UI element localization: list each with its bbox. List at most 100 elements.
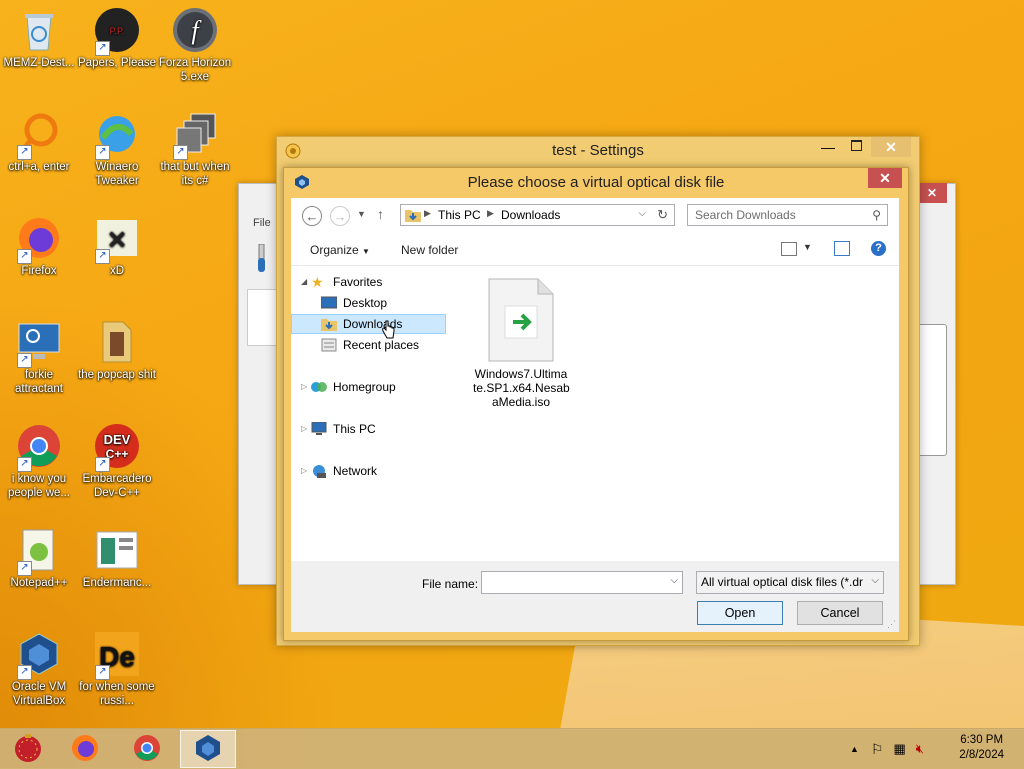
network-status-icon[interactable]: ▦ bbox=[893, 741, 905, 757]
organize-menu[interactable]: Organize ▼ bbox=[310, 243, 370, 257]
action-center-flag-icon[interactable]: ⚐ bbox=[871, 741, 884, 758]
search-input[interactable]: Search Downloads ⚲ bbox=[687, 204, 888, 226]
desktop-icon-label: ctrl+a, enter bbox=[8, 161, 70, 173]
settings-close-button[interactable]: ✕ bbox=[871, 137, 911, 157]
recent-locations-chevron-icon[interactable]: ▼ bbox=[357, 209, 366, 219]
desktop-icon-papers-please[interactable]: P.P. ↗ Papers, Please bbox=[78, 6, 156, 70]
filename-input[interactable]: ⌵ bbox=[481, 571, 683, 594]
chrome-icon bbox=[132, 733, 162, 766]
collapsed-chevron-icon[interactable]: ▷ bbox=[301, 419, 307, 439]
file-item[interactable]: Windows7.Ultima te.SP1.x64.Nesab aMedia.… bbox=[473, 278, 570, 414]
desktop-icon-ctrl-a[interactable]: ↗ ctrl+a, enter bbox=[0, 110, 78, 174]
tree-favorites[interactable]: ◢ ★ Favorites bbox=[291, 272, 446, 292]
desktop-icon-memz[interactable]: MEMZ-Dest... bbox=[0, 6, 78, 70]
tree-label: Homegroup bbox=[333, 380, 396, 394]
new-folder-button[interactable]: New folder bbox=[401, 243, 458, 257]
collapsed-chevron-icon[interactable]: ▷ bbox=[301, 377, 307, 397]
breadcrumb-downloads[interactable]: Downloads bbox=[501, 208, 560, 222]
desktop-icon-forkie[interactable]: ↗ forkie attractant bbox=[0, 318, 78, 396]
back-button[interactable]: ← bbox=[302, 206, 322, 226]
desktop-icon-chrome[interactable]: ↗ i know you people we... bbox=[0, 422, 78, 500]
dialog-title: Please choose a virtual optical disk fil… bbox=[467, 174, 725, 191]
de-icon: De ↗ bbox=[93, 630, 141, 680]
tree-network[interactable]: ▷ Network bbox=[291, 461, 446, 481]
tree-homegroup[interactable]: ▷ Homegroup bbox=[291, 377, 446, 397]
taskbar-virtualbox[interactable] bbox=[180, 730, 236, 768]
maximize-button[interactable] bbox=[851, 140, 862, 151]
desktop-icon-enderman[interactable]: Endermanc... bbox=[78, 526, 156, 590]
desktop-icon-label: i know you people we... bbox=[7, 473, 70, 499]
address-bar[interactable]: ▶ This PC ▶ Downloads ⌵ ↻ bbox=[400, 204, 675, 226]
refresh-icon[interactable]: ↻ bbox=[657, 207, 668, 223]
view-chevron-down-icon[interactable]: ▼ bbox=[803, 242, 812, 252]
open-file-dialog[interactable]: Please choose a virtual optical disk fil… bbox=[283, 167, 909, 641]
papers-please-icon: P.P. ↗ bbox=[93, 6, 141, 56]
folder-icon bbox=[93, 318, 141, 366]
vm-list-item[interactable] bbox=[247, 289, 279, 346]
desktop-icon-label: xD bbox=[109, 265, 125, 277]
file-list: Windows7.Ultima te.SP1.x64.Nesab aMedia.… bbox=[457, 265, 897, 561]
chrome-icon: ↗ bbox=[15, 422, 63, 472]
search-ring-icon: ↗ bbox=[15, 110, 63, 160]
file-type-chevron-down-icon[interactable]: ⌵ bbox=[871, 575, 879, 586]
menu-file[interactable]: File bbox=[253, 217, 271, 229]
open-button[interactable]: Open bbox=[697, 601, 783, 625]
search-icon[interactable]: ⚲ bbox=[872, 205, 881, 225]
change-view-icon[interactable] bbox=[781, 242, 797, 256]
file-name-line: Windows7.Ultima bbox=[474, 367, 568, 381]
desktop-icon-forza[interactable]: f Forza Horizon 5.exe bbox=[156, 6, 234, 84]
taskbar-chrome[interactable] bbox=[119, 730, 175, 768]
help-icon[interactable]: ? bbox=[871, 241, 886, 256]
desktop-icon-xd[interactable]: ✕ ↗ xD bbox=[78, 214, 156, 278]
desktop-icon-notepadpp[interactable]: ↗ Notepad++ bbox=[0, 526, 78, 590]
start-button[interactable] bbox=[0, 730, 56, 768]
up-arrow-icon[interactable]: ↑ bbox=[377, 206, 384, 222]
forward-button[interactable]: → bbox=[330, 206, 350, 226]
app-window-icon bbox=[93, 526, 141, 574]
desktop-icon-winaero[interactable]: ↗ Winaero Tweaker bbox=[78, 110, 156, 188]
computer-icon bbox=[311, 421, 327, 436]
desktop-icon-firefox[interactable]: ↗ Firefox bbox=[0, 214, 78, 278]
desktop-icon-de[interactable]: De ↗ for when some russi... bbox=[78, 630, 156, 708]
minimize-button[interactable]: — bbox=[821, 139, 835, 155]
expanded-chevron-icon[interactable]: ◢ bbox=[301, 272, 307, 292]
recycle-bin-icon bbox=[15, 6, 63, 54]
file-name-line: te.SP1.x64.Nesab bbox=[473, 381, 570, 395]
desktop-icon-csharp[interactable]: ↗ that but when its c# bbox=[156, 110, 234, 188]
desktop-icon-label: forkie attractant bbox=[15, 369, 63, 395]
desktop-icon-popcap[interactable]: the popcap shit bbox=[78, 318, 156, 382]
desktop-icon bbox=[320, 296, 338, 310]
hand-cursor-icon bbox=[381, 320, 395, 340]
winaero-icon: ↗ bbox=[93, 110, 141, 160]
filename-chevron-down-icon[interactable]: ⌵ bbox=[670, 575, 678, 586]
breadcrumb-this-pc[interactable]: This PC bbox=[438, 208, 481, 222]
tree-downloads[interactable]: Downloads bbox=[291, 314, 446, 334]
monitor-gear-icon: ↗ bbox=[15, 318, 63, 368]
desktop-icon-devcpp[interactable]: DEV C++ ↗ Embarcadero Dev-C++ bbox=[78, 422, 156, 500]
recent-places-icon bbox=[321, 338, 337, 352]
resize-grip-icon[interactable]: ⋰ bbox=[887, 619, 896, 630]
tool-icon bbox=[247, 243, 277, 274]
tree-recent[interactable]: Recent places bbox=[291, 335, 446, 355]
tree-this-pc[interactable]: ▷ This PC bbox=[291, 419, 446, 439]
xd-icon: ✕ ↗ bbox=[93, 214, 141, 264]
file-name-line: aMedia.iso bbox=[491, 395, 551, 409]
show-hidden-icons-chevron-icon[interactable]: ▲ bbox=[850, 744, 859, 754]
tree-desktop[interactable]: Desktop bbox=[291, 293, 446, 313]
desktop-icon-virtualbox[interactable]: ↗ Oracle VM VirtualBox bbox=[0, 630, 78, 708]
preview-pane-icon[interactable] bbox=[834, 241, 850, 256]
clock-time: 6:30 PM bbox=[960, 734, 1004, 746]
dialog-close-button[interactable]: ✕ bbox=[868, 168, 902, 188]
clock[interactable]: 6:30 PM 2/8/2024 bbox=[959, 733, 1004, 763]
cancel-button[interactable]: Cancel bbox=[797, 601, 883, 625]
downloads-folder-icon bbox=[405, 208, 421, 222]
start-orb-icon bbox=[12, 732, 44, 767]
address-dropdown-chevron-icon[interactable]: ⌵ bbox=[638, 208, 646, 219]
taskbar-firefox[interactable] bbox=[57, 730, 113, 768]
volume-muted-icon[interactable]: 🔇︎ bbox=[916, 741, 924, 757]
file-type-select[interactable]: All virtual optical disk files (*.dr ⌵ bbox=[696, 571, 884, 594]
file-type-value: All virtual optical disk files (*.dr bbox=[701, 575, 864, 589]
homegroup-icon bbox=[311, 380, 327, 394]
vbox-close-button[interactable]: ✕ bbox=[917, 183, 947, 203]
collapsed-chevron-icon[interactable]: ▷ bbox=[301, 461, 307, 481]
